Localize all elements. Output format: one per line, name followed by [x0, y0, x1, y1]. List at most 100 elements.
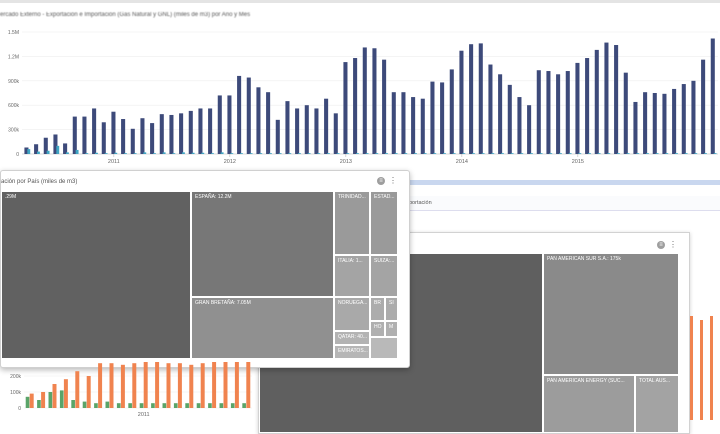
treemap-tile[interactable]: BR — [370, 297, 385, 321]
bar-export — [517, 97, 522, 154]
bar-import — [152, 153, 156, 154]
bar-green — [116, 403, 121, 408]
x-tick-label: 2013 — [340, 159, 352, 165]
bar-import — [500, 153, 504, 154]
bar-export — [333, 113, 338, 154]
bar-import — [355, 153, 359, 154]
treemap-tile[interactable]: TOTAL AUS... — [635, 375, 679, 433]
bar-export — [217, 95, 222, 154]
bar-export — [623, 72, 628, 154]
bar-export — [295, 108, 300, 154]
treemap-tile[interactable]: SUIZA:... — [370, 255, 398, 297]
bar-orange — [63, 379, 68, 408]
bar-import — [36, 151, 40, 154]
filter-icon[interactable]: ≡ — [377, 177, 385, 185]
main-chart: 0 300k 600k 900k 1.2M 1.5M 2011 2012 2013 2014 201… — [8, 30, 718, 165]
y-tick-label: 600k — [8, 103, 19, 109]
treemap-tile[interactable] — [370, 337, 398, 359]
tab-label[interactable]: portación — [409, 200, 432, 206]
bar-import — [674, 153, 678, 154]
bar-import — [452, 153, 456, 154]
bar-export — [449, 69, 454, 154]
bar-import — [85, 153, 89, 154]
treemap-tile[interactable]: HO — [370, 321, 385, 337]
bar-orange — [166, 363, 171, 408]
bar-import — [56, 145, 60, 154]
treemap-tile[interactable]: QATAR: 40... — [334, 331, 370, 345]
bar-export — [304, 105, 309, 154]
bar-green — [173, 403, 178, 408]
y-tick-label: 300k — [8, 128, 19, 134]
treemap-tile[interactable]: ESPAÑA: 12.2M — [191, 191, 334, 297]
bar-import — [665, 153, 669, 154]
bar-green — [48, 392, 53, 408]
bar-export — [179, 113, 184, 154]
bar-import — [375, 153, 379, 154]
bar-export — [498, 74, 503, 154]
bar-orange — [246, 362, 251, 408]
treemap-tile[interactable]: TRINIDAD... — [334, 191, 370, 255]
bar-orange — [155, 362, 160, 408]
filter-icon[interactable]: ≡ — [657, 241, 665, 249]
treemap-tile[interactable]: SI — [385, 297, 398, 321]
bar-orange — [75, 371, 80, 408]
bar-export — [275, 119, 280, 154]
treemap-tile[interactable]: GRAN BRETAÑA: 7.05M — [191, 297, 334, 359]
bar-import — [172, 153, 176, 154]
bar-export — [604, 42, 609, 154]
bar-orange — [234, 362, 239, 408]
treemap-tile[interactable]: M — [385, 321, 398, 337]
bar-import — [210, 153, 214, 154]
treemap-tile[interactable]: EMIRATOS... — [334, 345, 370, 359]
more-vert-icon[interactable]: ⋮ — [669, 241, 677, 249]
bar-import — [616, 153, 620, 154]
bar-import — [413, 153, 417, 154]
bar-import — [133, 153, 137, 154]
bar-orange — [109, 363, 114, 408]
bar-export — [710, 38, 715, 154]
bar-export — [343, 62, 348, 154]
treemap-tile[interactable]: ITALIA: 1... — [334, 255, 370, 297]
bar-import — [201, 152, 205, 154]
bar-import — [346, 153, 350, 154]
main-chart-title: ercado Externo - Exportación e Importaci… — [0, 12, 251, 18]
treemap-tile[interactable]: ESTAD... — [370, 191, 398, 255]
bar-export — [198, 108, 203, 154]
bar-export — [556, 74, 561, 154]
partial-chart-right — [688, 310, 720, 420]
bar-import — [645, 153, 649, 154]
bar-export — [672, 88, 677, 154]
treemap-tile[interactable]: NORUEGA... — [334, 297, 370, 331]
bar-green — [105, 401, 110, 408]
bar-export — [72, 116, 77, 154]
bar-green — [71, 400, 75, 408]
bar-export — [82, 116, 87, 154]
bar-export — [285, 101, 290, 154]
x-tick-label: 2011 — [138, 412, 150, 418]
bar-export — [459, 50, 464, 154]
y-tick-label: 900k — [8, 79, 19, 85]
bar-export — [256, 87, 261, 154]
bar-import — [713, 153, 717, 154]
bar-import — [462, 153, 466, 154]
treemap-tile[interactable]: .29M — [1, 191, 191, 359]
bar-orange — [86, 376, 91, 408]
y-tick-label: 200k — [10, 374, 21, 380]
bar-orange — [189, 364, 194, 408]
treemap-tile[interactable]: PAN AMERICAN ENERGY (SUC... — [543, 375, 635, 433]
bar-export — [701, 59, 706, 154]
treemap-tile[interactable]: PAN AMERICAN SUR S.A.: 175k — [543, 253, 679, 375]
bar-export — [362, 47, 367, 154]
bar-green — [82, 401, 87, 408]
bar-green — [25, 396, 30, 408]
bar-import — [278, 153, 282, 154]
more-vert-icon[interactable]: ⋮ — [389, 177, 397, 185]
bar-green — [219, 403, 224, 408]
small-chart: 0 100k 200k 2011 — [10, 362, 252, 418]
bar-orange — [98, 363, 103, 408]
bar-export — [372, 48, 377, 155]
y-tick-label: 0 — [18, 406, 21, 412]
bar-export — [150, 123, 155, 154]
bar-export — [536, 70, 541, 154]
bar-import — [578, 153, 582, 154]
